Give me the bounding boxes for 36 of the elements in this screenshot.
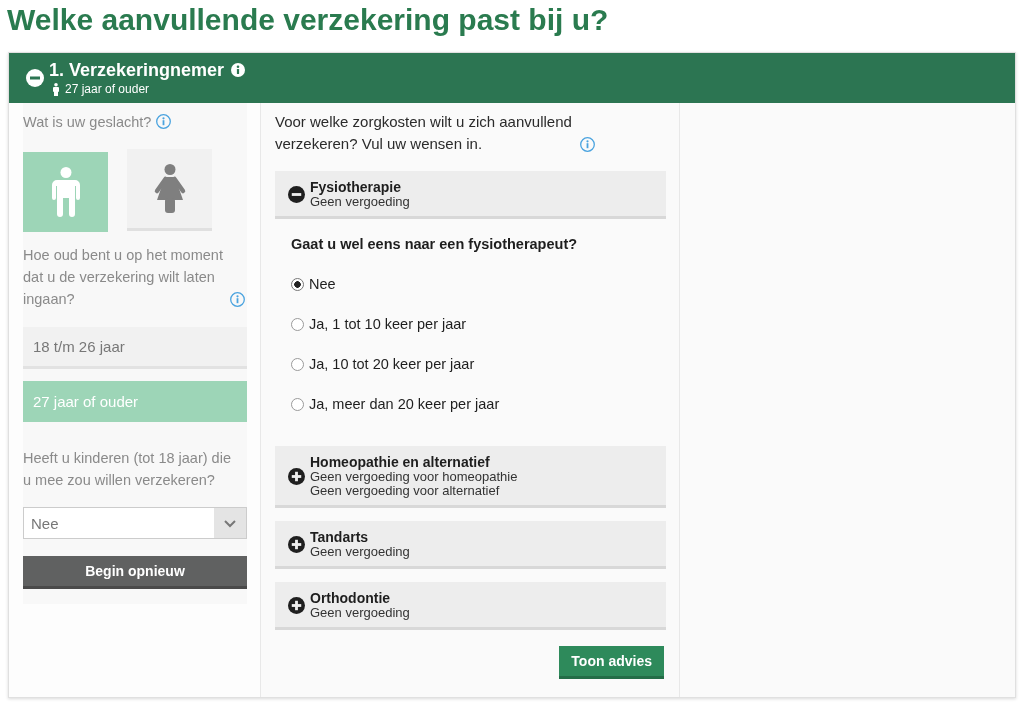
section-title: 1. Verzekeringnemer bbox=[49, 60, 225, 80]
radio-label: Ja, 10 tot 20 keer per jaar bbox=[309, 356, 475, 372]
chevron-down-icon bbox=[214, 508, 246, 538]
question-text: Heeft u kinderen (tot 18 jaar) die u mee zou willen verzekeren? bbox=[23, 449, 232, 490]
info-icon[interactable] bbox=[231, 63, 246, 77]
radio-label: Nee bbox=[309, 276, 336, 292]
info-icon[interactable] bbox=[580, 137, 595, 152]
radio-button[interactable] bbox=[291, 397, 304, 411]
accordion-header[interactable]: Orthodontie Geen vergoeding bbox=[275, 582, 666, 630]
radio-label: Ja, 1 tot 10 keer per jaar bbox=[309, 316, 467, 332]
man-figure-icon bbox=[50, 167, 81, 217]
radio-button[interactable] bbox=[291, 277, 304, 291]
radio-button[interactable] bbox=[291, 317, 304, 331]
gender-option-button[interactable] bbox=[127, 149, 212, 231]
intro-text: Voor welke zorgkosten wilt u zich aanvullend verzekeren? Vul uw wensen in. bbox=[275, 112, 573, 154]
question-text: Gaat u wel eens naar een fysiotherapeut? bbox=[291, 235, 579, 254]
children-select[interactable]: Nee bbox=[23, 507, 247, 539]
question-text: Wat is uw geslacht? bbox=[23, 114, 152, 130]
section-subtitle: 27 jaar of ouder bbox=[65, 82, 150, 96]
page-title: Welke aanvullende verzekering past bij u? bbox=[6, 2, 610, 38]
plus-circle-icon[interactable] bbox=[288, 535, 305, 553]
age-option-button[interactable]: 18 t/m 26 jaar bbox=[23, 327, 247, 369]
restart-button[interactable]: Begin opnieuw bbox=[23, 556, 247, 589]
accordion-header[interactable]: Fysiotherapie Geen vergoeding bbox=[275, 171, 666, 219]
show-advice-button[interactable]: Toon advies bbox=[559, 646, 664, 679]
radio-label: Ja, meer dan 20 keer per jaar bbox=[309, 396, 500, 412]
question-text: Hoe oud bent u op het moment dat u de verzekering wilt laten ingaan? bbox=[23, 246, 224, 309]
plus-circle-icon[interactable] bbox=[288, 467, 305, 485]
radio-button[interactable] bbox=[291, 357, 304, 371]
plus-circle-icon[interactable] bbox=[288, 596, 305, 614]
accordion-header[interactable]: Tandarts Geen vergoeding bbox=[275, 521, 666, 569]
info-icon[interactable] bbox=[230, 292, 245, 307]
minus-circle-icon[interactable] bbox=[288, 185, 305, 203]
accordion-header[interactable]: Homeopathie en alternatief Geen vergoeding voor homeopathie Geen vergoeding voor alternatief bbox=[275, 446, 666, 508]
info-icon[interactable] bbox=[156, 114, 172, 129]
person-icon bbox=[52, 82, 60, 96]
